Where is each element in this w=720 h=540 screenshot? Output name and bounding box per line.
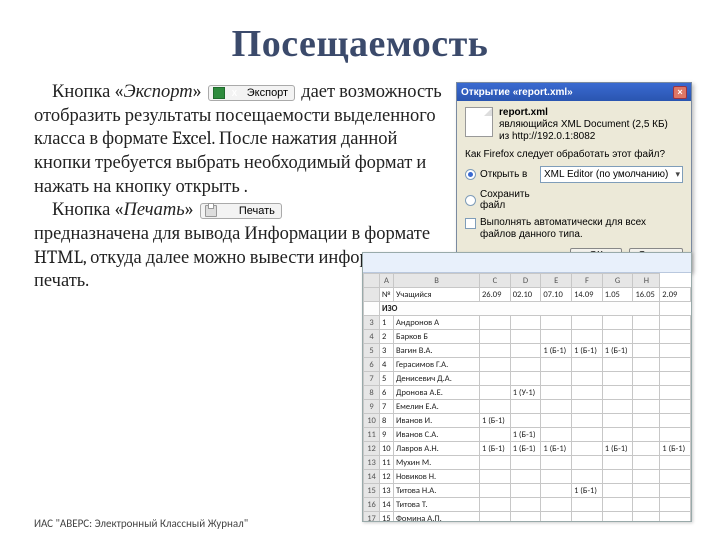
file-icon bbox=[465, 107, 493, 137]
dialog-meta-type: являющийся XML Document (2,5 КБ) bbox=[499, 119, 668, 130]
table-row: 64Герасимов Г.А. bbox=[364, 358, 691, 372]
table-row: 1412Новиков Н. bbox=[364, 470, 691, 484]
print-button[interactable]: Печать bbox=[200, 203, 282, 219]
section-row: ИЗО bbox=[364, 302, 691, 316]
excel-ribbon bbox=[363, 253, 691, 273]
table-row: 1210Лавров А.Н.1 (Б-1)1 (Б-1)1 (Б-1)1 (Б… bbox=[364, 442, 691, 456]
table-row: 53Вагин В.А.1 (Б-1)1 (Б-1)1 (Б-1) bbox=[364, 344, 691, 358]
excel-icon bbox=[213, 87, 225, 99]
dialog-meta-source: из http://192.0.1:8082 bbox=[499, 131, 595, 142]
table-row: 1311Мухин М. bbox=[364, 456, 691, 470]
table-row: 108Иванов И.1 (Б-1) bbox=[364, 414, 691, 428]
text: » bbox=[185, 198, 198, 220]
remember-label: Выполнять автоматически для всех файлов … bbox=[480, 217, 683, 240]
excel-preview: ABCDEFGH №Учащийся26.0902.1007.1014.091.… bbox=[362, 252, 692, 522]
table-row: 1513Титова Н.А.1 (Б-1) bbox=[364, 484, 691, 498]
export-button[interactable]: Экспорт bbox=[208, 85, 295, 101]
printer-icon bbox=[205, 205, 217, 217]
table-row: 31Андронов А bbox=[364, 316, 691, 330]
column-letters-row: ABCDEFGH bbox=[364, 274, 691, 288]
slide-title: Посещаемость bbox=[34, 22, 686, 66]
table-row: 1715Фомина А.П. bbox=[364, 512, 691, 523]
text: » bbox=[193, 80, 206, 102]
open-in-label: Открыть в bbox=[480, 169, 536, 180]
table-row: 97Емелин Е.А. bbox=[364, 400, 691, 414]
table-row: 1614Титова Т. bbox=[364, 498, 691, 512]
open-with-select[interactable]: XML Editor (по умолчанию) bbox=[540, 166, 683, 183]
radio-save[interactable] bbox=[465, 195, 476, 206]
table-row: 42Барков Б bbox=[364, 330, 691, 344]
dialog-title: Открытие «report.xml» bbox=[461, 87, 673, 98]
save-file-label: Сохранить файл bbox=[480, 189, 536, 211]
dialog-question: Как Firefox следует обработать этот файл… bbox=[465, 149, 683, 160]
open-file-dialog: Открытие «report.xml» × report.xml являю… bbox=[456, 82, 692, 272]
export-word: Экспорт bbox=[123, 80, 192, 102]
print-word: Печать bbox=[123, 198, 184, 220]
export-button-label: Экспорт bbox=[229, 87, 288, 99]
paragraph-1: Кнопка «Экспорт» Экспорт дает возможност… bbox=[34, 80, 454, 198]
dialog-filename: report.xml bbox=[499, 107, 548, 118]
close-icon[interactable]: × bbox=[673, 86, 687, 99]
table-row: 75Денисевич Д.А. bbox=[364, 372, 691, 386]
header-row: №Учащийся26.0902.1007.1014.091.0516.052.… bbox=[364, 288, 691, 302]
remember-checkbox[interactable] bbox=[465, 218, 476, 229]
footer-text: ИАС "АВЕРС: Электронный Классный Журнал" bbox=[34, 517, 248, 530]
text: Кнопка « bbox=[52, 198, 123, 220]
print-button-label: Печать bbox=[221, 205, 275, 217]
table-row: 86Дронова А.Е.1 (У-1) bbox=[364, 386, 691, 400]
text: Кнопка « bbox=[52, 80, 123, 102]
table-row: 119Иванов С.А.1 (Б-1) bbox=[364, 428, 691, 442]
paragraph-2: Кнопка «Печать» Печать bbox=[34, 198, 454, 222]
radio-open[interactable] bbox=[465, 169, 476, 180]
